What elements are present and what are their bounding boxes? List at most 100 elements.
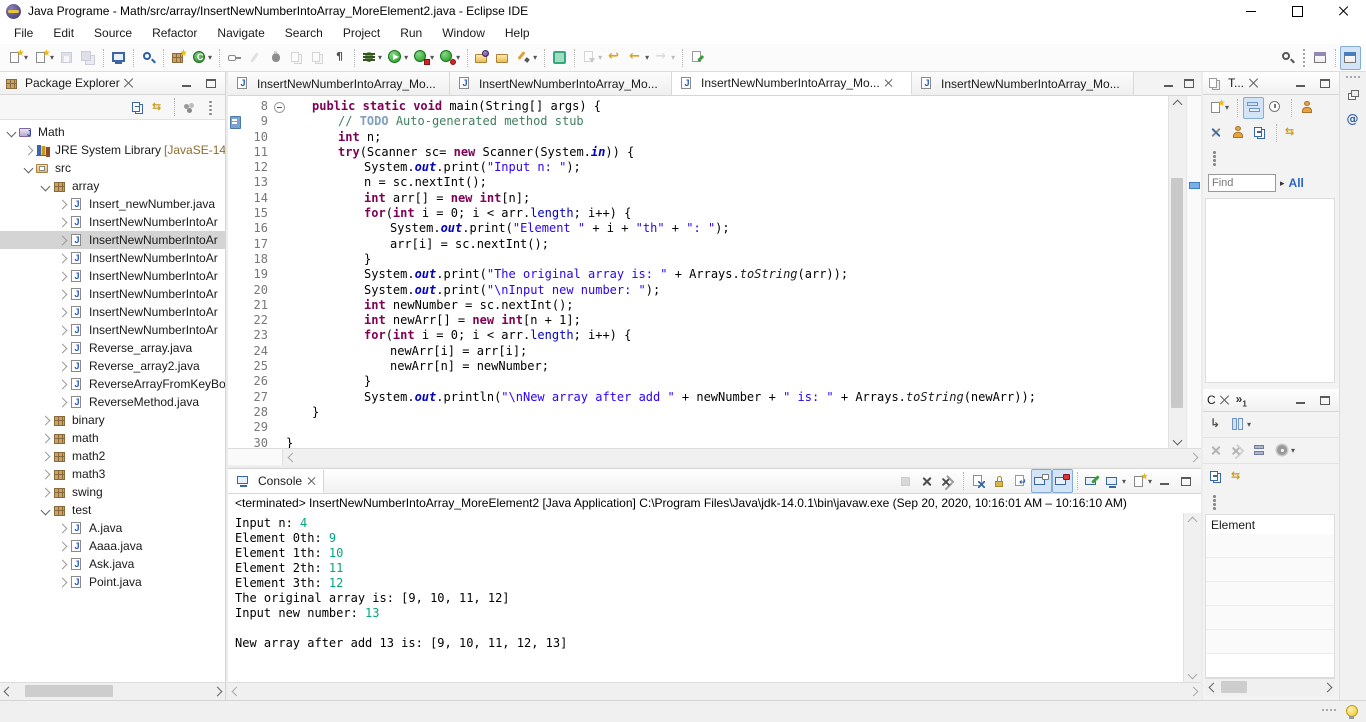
- layout-button[interactable]: ▾: [1228, 414, 1254, 436]
- open-perspective-button[interactable]: [1310, 46, 1331, 70]
- external-tools-button[interactable]: [224, 46, 245, 70]
- editor-vertical-scrollbar[interactable]: [1168, 96, 1186, 448]
- expand-arrow-icon[interactable]: [55, 201, 69, 208]
- restore-view-icon[interactable]: [1345, 88, 1362, 105]
- code-line[interactable]: 18}: [228, 252, 1168, 267]
- code-line[interactable]: 23for(int i = 0; i < arr.length; i++) {: [228, 328, 1168, 343]
- minimize-view-button[interactable]: [1291, 391, 1311, 409]
- scroll-right-icon[interactable]: [1319, 679, 1335, 695]
- collapse-arrow-icon[interactable]: [21, 165, 35, 172]
- new-java-package-button[interactable]: [168, 46, 189, 70]
- scroll-down-icon[interactable]: [1169, 432, 1185, 448]
- profile-button[interactable]: ▾: [437, 46, 463, 70]
- coverage-settings-dropdown-arrow[interactable]: ▾: [1291, 446, 1295, 455]
- code-text[interactable]: int arr[] = new int[n];: [286, 191, 530, 206]
- clear-console-button[interactable]: [968, 469, 989, 493]
- code-line[interactable]: 25newArr[n] = newNumber;: [228, 359, 1168, 374]
- collapse-arrow-icon[interactable]: [4, 129, 18, 136]
- menu-window[interactable]: Window: [432, 24, 495, 42]
- at-view-icon[interactable]: [1345, 111, 1362, 128]
- tree-item[interactable]: InsertNewNumberIntoAr: [0, 267, 225, 285]
- scroll-left-icon[interactable]: [284, 449, 300, 465]
- collapse-all-tasks-button[interactable]: [1250, 122, 1271, 144]
- tree-item[interactable]: ReverseArrayFromKeyBo: [0, 375, 225, 393]
- console-line[interactable]: Element 3th: 12: [235, 576, 1183, 591]
- tree-item[interactable]: swing: [0, 483, 225, 501]
- tree-item[interactable]: Point.java: [0, 573, 225, 591]
- editor-tab-2[interactable]: InsertNewNumberIntoArray_Mo...: [450, 72, 672, 95]
- expand-arrow-icon[interactable]: [38, 417, 52, 424]
- code-text[interactable]: public static void main(String[] args) {: [286, 99, 601, 114]
- console-vertical-scrollbar[interactable]: [1183, 513, 1201, 682]
- menu-navigate[interactable]: Navigate: [207, 24, 274, 42]
- menu-project[interactable]: Project: [333, 24, 390, 42]
- code-line[interactable]: 24newArr[i] = arr[i];: [228, 344, 1168, 359]
- code-text[interactable]: n = sc.nextInt();: [286, 175, 487, 190]
- tree-item[interactable]: InsertNewNumberIntoAr: [0, 303, 225, 321]
- scroll-up-icon[interactable]: [1169, 96, 1185, 112]
- tree-item[interactable]: Reverse_array2.java: [0, 357, 225, 375]
- back-to-last-edit-button[interactable]: [605, 46, 626, 70]
- expand-arrow-icon[interactable]: [55, 381, 69, 388]
- scroll-down-icon[interactable]: [1184, 666, 1200, 682]
- minimize-console-button[interactable]: [1155, 469, 1176, 493]
- tree-item[interactable]: test: [0, 501, 225, 519]
- tree-item[interactable]: ReverseMethod.java: [0, 393, 225, 411]
- code-text[interactable]: System.out.println("\nNew array after ad…: [286, 390, 1036, 405]
- code-line[interactable]: 11try(Scanner sc= new Scanner(System.in)…: [228, 145, 1168, 160]
- show-whitespace-button[interactable]: [329, 46, 350, 70]
- scroll-lock-button[interactable]: [989, 469, 1010, 493]
- console-line[interactable]: Element 1th: 10: [235, 546, 1183, 561]
- code-line[interactable]: 8public static void main(String[] args) …: [228, 99, 1168, 114]
- code-editor[interactable]: 8public static void main(String[] args) …: [228, 96, 1168, 448]
- code-text[interactable]: }: [286, 436, 293, 448]
- export-button[interactable]: [493, 46, 514, 70]
- scroll-right-icon[interactable]: [209, 683, 225, 699]
- focus-on-active-task-button[interactable]: [179, 95, 200, 119]
- overview-ruler[interactable]: [1186, 96, 1201, 448]
- code-line[interactable]: 14int arr[] = new int[n];: [228, 191, 1168, 206]
- display-selected-console-dropdown-arrow[interactable]: ▾: [1122, 477, 1126, 486]
- close-view-icon[interactable]: [1220, 395, 1230, 405]
- new-button[interactable]: ▾: [5, 46, 31, 70]
- clean-up-button[interactable]: [266, 46, 287, 70]
- expand-arrow-icon[interactable]: [38, 471, 52, 478]
- code-text[interactable]: }: [286, 252, 371, 267]
- new-java-class-dropdown-arrow[interactable]: ▾: [208, 53, 212, 62]
- find-input[interactable]: [1208, 174, 1276, 192]
- expand-arrow-icon[interactable]: [55, 273, 69, 280]
- collapse-arrow-icon[interactable]: [38, 183, 52, 190]
- task-list-content[interactable]: [1205, 198, 1335, 383]
- expand-arrow-icon[interactable]: [55, 579, 69, 586]
- synchronize-tasks-button[interactable]: [1282, 122, 1303, 144]
- expand-arrow-icon[interactable]: [55, 255, 69, 262]
- code-line[interactable]: 28}: [228, 405, 1168, 420]
- console-line[interactable]: [235, 621, 1183, 636]
- minimize-view-button[interactable]: [1291, 74, 1311, 92]
- editor-tab-3[interactable]: InsertNewNumberIntoArray_Mo...: [672, 72, 912, 95]
- filter-tasks-button[interactable]: [1228, 122, 1249, 144]
- code-text[interactable]: // TODO Auto-generated method stub: [286, 114, 584, 129]
- view-menu-icon[interactable]: [1206, 493, 1223, 510]
- maximize-console-button[interactable]: [1176, 469, 1197, 493]
- menu-edit[interactable]: Edit: [43, 24, 84, 42]
- close-view-icon[interactable]: [124, 78, 134, 88]
- menu-help[interactable]: Help: [495, 24, 540, 42]
- expand-arrow-icon[interactable]: [38, 453, 52, 460]
- occurrence-marker[interactable]: [1189, 182, 1200, 189]
- close-button[interactable]: [1320, 0, 1366, 22]
- collapse-all-elements-button[interactable]: [1206, 466, 1227, 488]
- scroll-left-icon[interactable]: [228, 683, 244, 699]
- code-text[interactable]: int newNumber = sc.nextInt();: [286, 298, 574, 313]
- tree-item[interactable]: InsertNewNumberIntoAr: [0, 231, 225, 249]
- find-options-arrow-icon[interactable]: ▸: [1280, 178, 1285, 189]
- maximize-view-button[interactable]: [1315, 74, 1335, 92]
- hide-completed-tasks-button[interactable]: [1206, 122, 1227, 144]
- code-text[interactable]: newArr[n] = newNumber;: [286, 359, 549, 374]
- code-text[interactable]: try(Scanner sc= new Scanner(System.in)) …: [286, 145, 634, 160]
- debug-button[interactable]: ▾: [359, 46, 385, 70]
- annotation-button[interactable]: [549, 46, 570, 70]
- expand-arrow-icon[interactable]: [55, 543, 69, 550]
- notification-bulb-icon[interactable]: [1344, 704, 1358, 720]
- code-text[interactable]: newArr[i] = arr[i];: [286, 344, 527, 359]
